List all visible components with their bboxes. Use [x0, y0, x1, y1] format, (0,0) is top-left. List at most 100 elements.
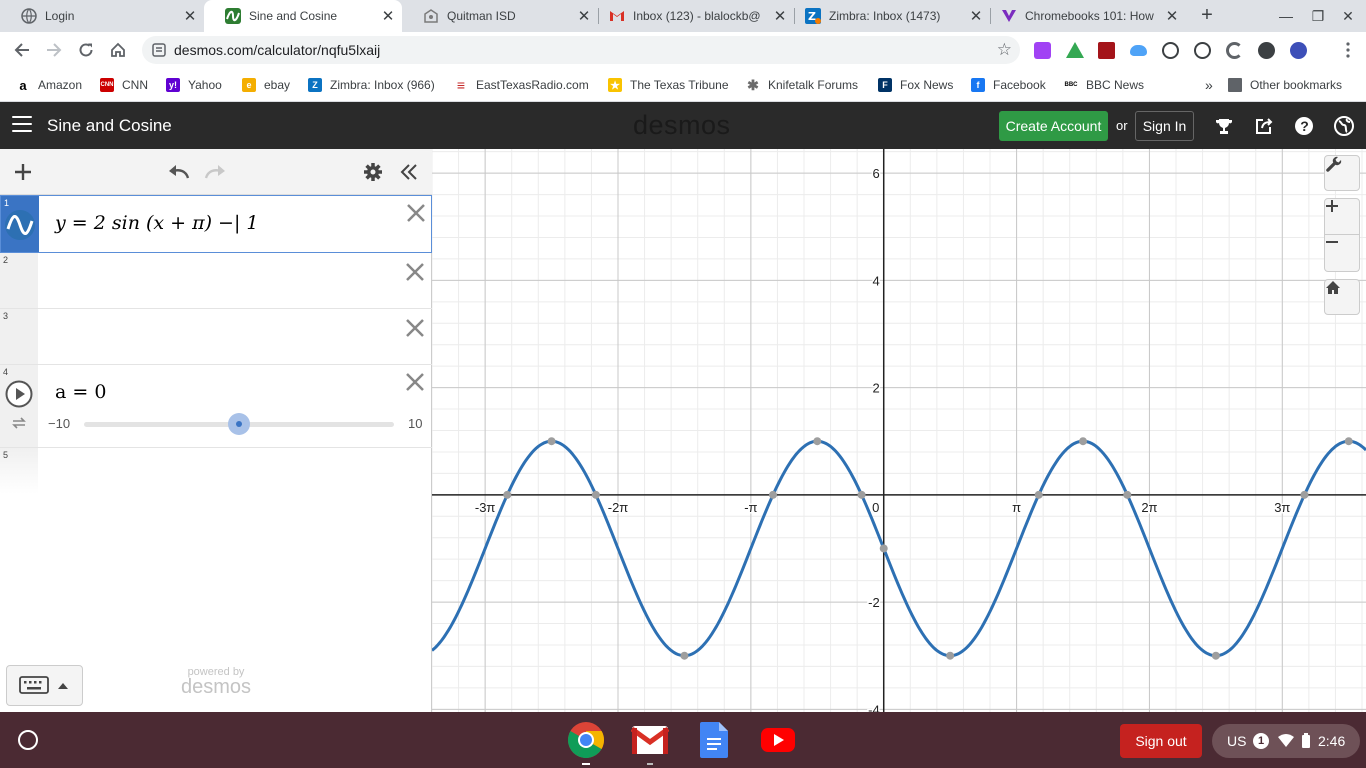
shield-icon[interactable]	[1162, 42, 1179, 59]
powered-by-desmos[interactable]: powered by desmos	[176, 666, 256, 699]
minimize-button[interactable]: —	[1275, 5, 1297, 27]
point-of-interest	[857, 490, 866, 499]
expression-row-2[interactable]: 2	[0, 253, 432, 309]
bookmark-yahoo[interactable]: y! Yahoo	[166, 76, 222, 94]
new-tab-button[interactable]: +	[1196, 4, 1218, 26]
tab-sine-and-cosine[interactable]: Sine and Cosine ✕	[204, 0, 402, 32]
add-item-button[interactable]	[11, 160, 35, 184]
bookmark-label: The Texas Tribune	[630, 78, 729, 92]
share-icon[interactable]	[1252, 114, 1276, 138]
gmail-icon[interactable]	[630, 721, 670, 759]
trophy-icon[interactable]	[1212, 114, 1236, 138]
bookmark-label: Amazon	[38, 78, 83, 92]
bookmark-amazon[interactable]: a Amazon	[16, 76, 82, 94]
expression-row-4[interactable]: 4 a = 0 −10 10	[0, 365, 432, 448]
google-drive-icon[interactable]	[1066, 42, 1084, 58]
settings-button[interactable]	[361, 160, 385, 184]
default-viewport-button[interactable]	[1324, 279, 1360, 315]
bookmark-bbc-news[interactable]: BBC BBC News	[1064, 76, 1144, 94]
bookmarks-overflow-button[interactable]: »	[1205, 76, 1213, 94]
double-chevron-left-icon	[400, 164, 417, 180]
shield-icon[interactable]	[1194, 42, 1211, 59]
help-icon[interactable]: ?	[1292, 114, 1316, 138]
expression-gutter: 1	[1, 196, 39, 252]
delete-expression-icon[interactable]	[405, 202, 427, 224]
bookmark-easttexasradio[interactable]: ≡ EastTexasRadio.com	[454, 76, 589, 94]
circle-extension-icon[interactable]	[1258, 42, 1275, 59]
tab-gmail-inbox[interactable]: Inbox (123) - blalockb@ ✕	[588, 0, 794, 32]
bookmark-knifetalk[interactable]: ✱ Knifetalk Forums	[746, 76, 858, 94]
back-button[interactable]	[10, 38, 34, 62]
pdf-icon[interactable]	[1098, 42, 1115, 59]
home-button[interactable]	[106, 38, 130, 62]
point-of-interest	[1034, 490, 1043, 499]
close-tab-icon[interactable]: ✕	[1164, 7, 1180, 25]
expression-row-1[interactable]: 1 y = 2 sin (x + π) −| 1	[0, 195, 432, 253]
tab-quitman-isd[interactable]: Quitman ISD ✕	[402, 0, 598, 32]
address-bar[interactable]: desmos.com/calculator/nqfu5lxaij ☆	[142, 36, 1020, 64]
expression-row-5[interactable]: 5	[0, 448, 432, 494]
loading-extension-icon[interactable]	[1226, 42, 1243, 59]
cloud-icon[interactable]	[1130, 45, 1147, 56]
slider-definition[interactable]: a = 0	[55, 381, 106, 403]
maximize-button[interactable]: ❐	[1307, 5, 1329, 27]
menu-kebab-icon[interactable]	[1336, 38, 1360, 62]
other-bookmarks[interactable]: Other bookmarks	[1228, 76, 1342, 94]
expression-row-3[interactable]: 3	[0, 309, 432, 365]
bookmark-facebook[interactable]: f Facebook	[971, 76, 1046, 94]
graph-settings-button[interactable]	[1324, 155, 1360, 191]
redo-button[interactable]	[203, 160, 227, 184]
bookmark-cnn[interactable]: CNN CNN	[100, 76, 148, 94]
close-window-button[interactable]: ✕	[1337, 5, 1359, 27]
docs-icon[interactable]	[694, 721, 734, 759]
hamburger-menu-icon[interactable]	[12, 116, 32, 134]
reload-button[interactable]	[74, 38, 98, 62]
graph-canvas[interactable]: -3π -2π -π 0 π 2π 3π -4 -2 2 4 6	[432, 149, 1366, 712]
bookmark-fox-news[interactable]: F Fox News	[878, 76, 953, 94]
profile-avatar[interactable]	[1290, 42, 1307, 59]
facebook-icon: f	[971, 78, 985, 92]
bookmark-star-icon[interactable]: ☆	[997, 40, 1012, 60]
slider-thumb[interactable]	[228, 413, 250, 435]
point-of-interest	[591, 490, 600, 499]
tab-zimbra-inbox[interactable]: Z Zimbra: Inbox (1473) ✕	[784, 0, 990, 32]
bookmark-ebay[interactable]: e ebay	[242, 76, 290, 94]
delete-expression-icon[interactable]	[404, 317, 426, 339]
language-globe-icon[interactable]	[1332, 114, 1356, 138]
slider-min-label[interactable]: −10	[48, 416, 70, 431]
graph-title[interactable]: Sine and Cosine	[47, 116, 172, 136]
status-tray[interactable]: US 1 2:46	[1212, 724, 1360, 758]
caret-up-icon	[58, 683, 68, 689]
youtube-icon[interactable]	[758, 721, 798, 759]
loop-icon[interactable]	[11, 417, 27, 429]
tab-login[interactable]: Login ✕	[0, 0, 204, 32]
forward-button[interactable]	[42, 38, 66, 62]
bookmark-zimbra[interactable]: Z Zimbra: Inbox (966)	[308, 76, 435, 94]
sign-out-button[interactable]: Sign out	[1120, 724, 1202, 758]
launcher-button[interactable]	[18, 730, 38, 750]
delete-expression-icon[interactable]	[404, 261, 426, 283]
sine-wave-color-icon[interactable]	[4, 209, 36, 241]
close-tab-icon[interactable]: ✕	[182, 7, 198, 25]
create-account-button[interactable]: Create Account	[999, 111, 1108, 141]
collapse-panel-button[interactable]	[397, 160, 421, 184]
bookmark-texas-tribune[interactable]: ★ The Texas Tribune	[608, 76, 729, 94]
svg-text:?: ?	[1300, 118, 1309, 134]
delete-expression-icon[interactable]	[404, 371, 426, 393]
graph-paper[interactable]: -3π -2π -π 0 π 2π 3π -4 -2 2 4 6	[432, 149, 1366, 712]
keyboard-icon	[19, 676, 49, 694]
zoom-out-button[interactable]	[1324, 235, 1360, 272]
extension-puzzle-icon[interactable]	[1034, 42, 1051, 59]
slider-max-label[interactable]: 10	[408, 416, 422, 431]
back-arrow-icon	[14, 43, 29, 57]
zoom-in-button[interactable]	[1324, 198, 1360, 235]
chrome-icon[interactable]	[566, 721, 606, 759]
tab-chromebooks-101[interactable]: Chromebooks 101: How ✕	[980, 0, 1186, 32]
keypad-toggle-button[interactable]	[6, 665, 83, 706]
expression-math[interactable]: y = 2 sin (x + π) −| 1	[55, 212, 258, 234]
play-icon[interactable]	[5, 380, 33, 408]
expression-gutter: 2	[0, 253, 38, 308]
undo-button[interactable]	[167, 160, 191, 184]
sign-in-button[interactable]: Sign In	[1135, 111, 1194, 141]
close-tab-icon[interactable]: ✕	[380, 7, 396, 25]
